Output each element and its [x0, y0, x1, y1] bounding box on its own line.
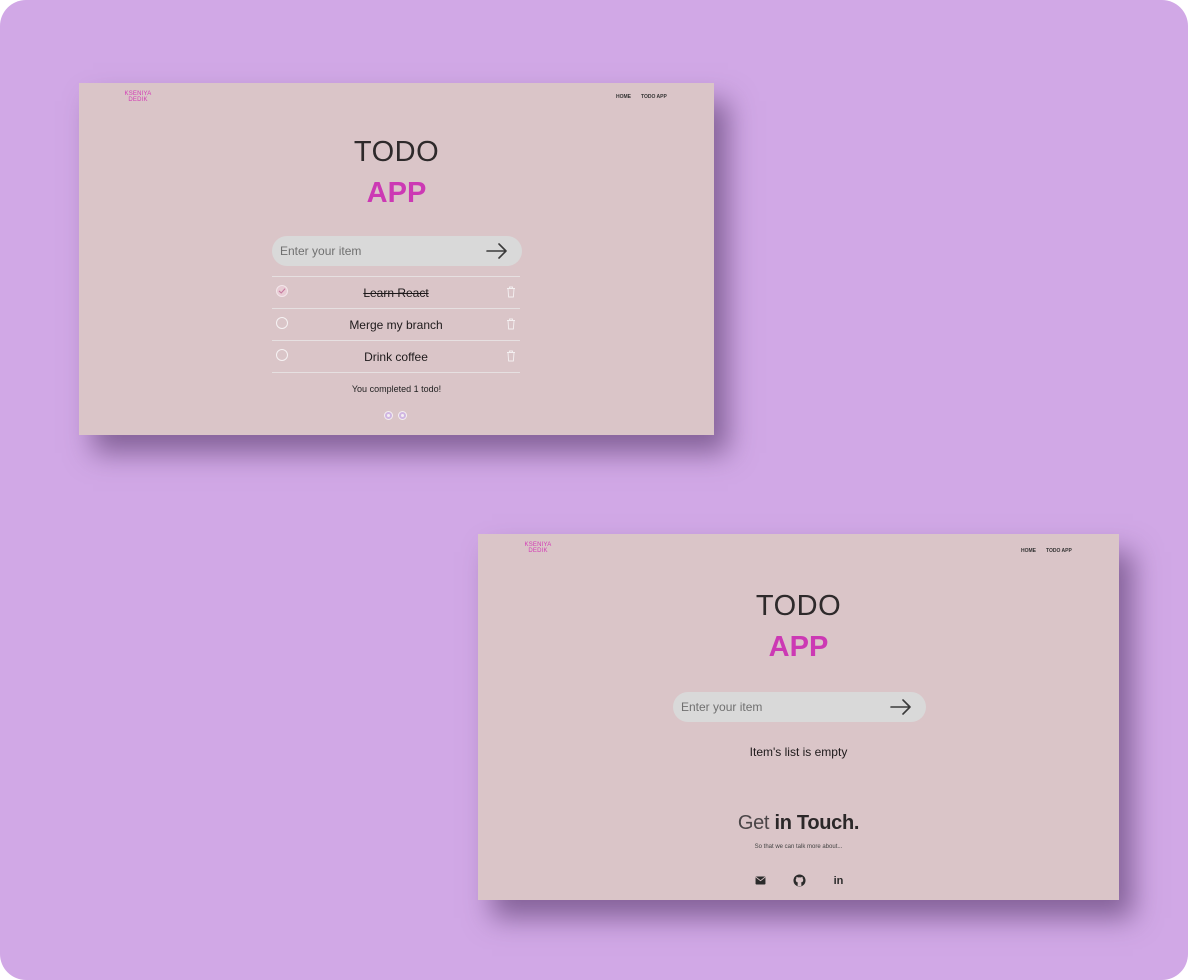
todo-text: Drink coffee — [364, 349, 428, 364]
nav-home[interactable]: HOME — [616, 94, 631, 100]
title-app: APP — [366, 177, 427, 209]
trash-icon[interactable] — [506, 350, 516, 362]
completed-count: You completed 1 todo! — [351, 384, 442, 394]
page-title: TODO APP — [79, 135, 714, 211]
todo-checkbox-checked[interactable] — [276, 285, 288, 297]
empty-list-message: Item's list is empty — [749, 745, 848, 759]
arrow-right-icon[interactable] — [486, 243, 508, 259]
page-dot-2[interactable] — [398, 411, 407, 420]
social-links: in — [754, 874, 845, 887]
todo-list: Learn React Merge my branch Drink coffee — [272, 276, 520, 373]
touch-title-light: Get — [737, 812, 770, 834]
top-nav: HOME TODO APP — [616, 94, 667, 100]
title-app: APP — [768, 631, 829, 663]
touch-title-bold: in Touch. — [774, 812, 860, 834]
add-item-form — [673, 692, 926, 722]
add-item-form — [272, 236, 522, 266]
pagination-dots — [384, 411, 407, 420]
arrow-right-icon[interactable] — [890, 699, 912, 715]
logo-line-2: DEDIK — [528, 548, 548, 554]
todo-item: Drink coffee — [272, 340, 520, 373]
nav-todo-app[interactable]: TODO APP — [641, 94, 667, 100]
todo-checkbox[interactable] — [276, 349, 288, 361]
logo-line-2: DEDIK — [128, 97, 148, 103]
todo-text: Merge my branch — [349, 317, 443, 332]
todo-checkbox[interactable] — [276, 317, 288, 329]
brand-logo[interactable]: KSENIYA DEDIK — [508, 542, 568, 554]
item-input[interactable] — [278, 243, 462, 259]
trash-icon[interactable] — [506, 318, 516, 330]
trash-icon[interactable] — [506, 286, 516, 298]
todo-screen-empty: KSENIYA DEDIK HOME TODO APP TODO APP Ite… — [478, 534, 1119, 900]
page-dot-1[interactable] — [384, 411, 393, 420]
linkedin-icon[interactable]: in — [832, 874, 845, 887]
get-in-touch-subtitle: So that we can talk more about... — [754, 844, 843, 850]
nav-todo-app[interactable]: TODO APP — [1046, 548, 1072, 554]
checkmark-icon — [278, 288, 286, 294]
get-in-touch-heading: Get in Touch. — [478, 812, 1119, 835]
todo-screen-with-items: KSENIYA DEDIK HOME TODO APP TODO APP Ent… — [79, 83, 714, 435]
todo-item: Merge my branch — [272, 308, 520, 340]
top-nav: HOME TODO APP — [1021, 548, 1072, 554]
title-todo: TODO — [353, 136, 440, 168]
nav-home[interactable]: HOME — [1021, 548, 1036, 554]
background-canvas: KSENIYA DEDIK HOME TODO APP TODO APP Ent… — [0, 0, 1188, 980]
title-todo: TODO — [755, 590, 842, 622]
github-icon[interactable] — [793, 874, 806, 887]
page-title: TODO APP — [478, 589, 1119, 665]
todo-text: Learn React — [363, 285, 429, 300]
item-input[interactable] — [679, 699, 863, 715]
email-icon[interactable] — [754, 874, 767, 887]
brand-logo[interactable]: KSENIYA DEDIK — [108, 91, 168, 103]
todo-item: Learn React — [272, 276, 520, 308]
